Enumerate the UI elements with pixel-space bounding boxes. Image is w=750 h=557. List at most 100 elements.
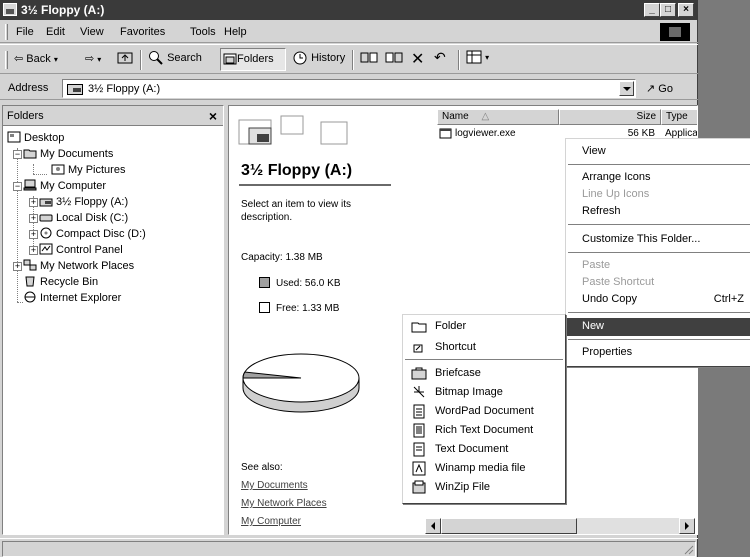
tree-expand-toggle[interactable]: + bbox=[29, 214, 38, 223]
computer-icon bbox=[23, 179, 37, 191]
tree-item-local-disk[interactable]: Local Disk (C:) bbox=[39, 211, 128, 224]
horizontal-scrollbar[interactable] bbox=[425, 518, 695, 534]
tree-expand-toggle[interactable]: + bbox=[29, 198, 38, 207]
submenu-item-rich-text[interactable]: Rich Text Document bbox=[403, 421, 565, 440]
tree-item-control-panel[interactable]: Control Panel bbox=[39, 243, 123, 256]
views-dropdown-icon[interactable]: ▾ bbox=[485, 53, 489, 62]
submenu-item-winzip[interactable]: WinZip File bbox=[403, 478, 565, 497]
menu-item-refresh[interactable]: Refresh bbox=[566, 203, 750, 220]
scroll-left-button[interactable] bbox=[425, 518, 441, 534]
menu-item-line-up-icons[interactable]: Line Up Icons bbox=[566, 186, 750, 203]
submenu-item-winamp[interactable]: Winamp media file bbox=[403, 459, 565, 478]
submenu-item-bitmap[interactable]: Bitmap Image bbox=[403, 383, 565, 402]
menu-item-paste[interactable]: Paste bbox=[566, 257, 750, 274]
resize-grip-icon[interactable] bbox=[682, 543, 694, 555]
submenu-item-briefcase[interactable]: Briefcase bbox=[403, 364, 565, 383]
scrollbar-thumb[interactable] bbox=[441, 518, 577, 534]
tree-item-my-computer[interactable]: My Computer bbox=[23, 179, 106, 192]
menu-tools[interactable]: Tools bbox=[190, 26, 216, 38]
scroll-right-button[interactable] bbox=[679, 518, 695, 534]
minimize-button[interactable]: _ bbox=[644, 3, 660, 17]
menu-favorites[interactable]: Favorites bbox=[120, 26, 165, 38]
menu-item-paste-shortcut[interactable]: Paste Shortcut bbox=[566, 274, 750, 291]
column-header-size[interactable]: Size bbox=[559, 109, 661, 125]
search-button[interactable]: Search bbox=[148, 50, 202, 66]
tree-label: Compact Disc (D:) bbox=[56, 228, 146, 240]
submenu-item-folder[interactable]: Folder bbox=[403, 317, 565, 336]
window-title: 3½ Floppy (A:) bbox=[21, 3, 105, 17]
address-input[interactable]: 3½ Floppy (A:) bbox=[62, 79, 636, 98]
submenu-item-wordpad[interactable]: WordPad Document bbox=[403, 402, 565, 421]
submenu-item-shortcut[interactable]: Shortcut bbox=[403, 338, 565, 357]
menu-item-undo-copy[interactable]: Undo Copy Ctrl+Z bbox=[566, 291, 750, 308]
menu-item-customize-folder[interactable]: Customize This Folder... bbox=[566, 231, 750, 248]
toolbar-grip[interactable] bbox=[5, 51, 8, 69]
title-divider bbox=[239, 184, 391, 186]
tree-item-floppy[interactable]: 3½ Floppy (A:) bbox=[39, 195, 128, 208]
tree-collapse-toggle[interactable]: − bbox=[13, 150, 22, 159]
forward-dropdown-icon[interactable]: ▾ bbox=[97, 55, 101, 64]
tree-label: My Network Places bbox=[40, 260, 135, 272]
tree-item-recycle-bin[interactable]: Recycle Bin bbox=[23, 275, 98, 288]
ie-icon bbox=[24, 291, 36, 303]
menu-item-arrange-icons[interactable]: Arrange Icons bbox=[566, 169, 750, 186]
menu-file[interactable]: File bbox=[16, 26, 34, 38]
menu-item-new[interactable]: New bbox=[566, 318, 750, 336]
link-my-network-places[interactable]: My Network Places bbox=[241, 498, 327, 509]
menu-item-properties[interactable]: Properties bbox=[566, 344, 750, 361]
free-swatch bbox=[259, 302, 270, 313]
tree-item-compact-disc[interactable]: Compact Disc (D:) bbox=[39, 227, 146, 240]
capacity-text: Capacity: 1.38 MB bbox=[241, 252, 323, 263]
recycle-bin-icon bbox=[25, 276, 35, 287]
back-dropdown-icon[interactable]: ▾ bbox=[54, 55, 58, 64]
undo-icon[interactable]: ↶ bbox=[434, 49, 446, 66]
copy-to-button[interactable] bbox=[385, 50, 403, 66]
list-header: Name △ Size Type bbox=[437, 109, 697, 125]
menu-separator bbox=[568, 312, 750, 314]
address-value: 3½ Floppy (A:) bbox=[88, 83, 161, 95]
column-header-name[interactable]: Name △ bbox=[437, 109, 559, 125]
folders-pane-close-button[interactable]: × bbox=[209, 108, 217, 124]
standard-toolbar: ⇦ Back ▾ ⇨ ▾ Search Folders History ✕ ↶ … bbox=[0, 44, 698, 74]
go-button[interactable]: ↗ Go bbox=[646, 82, 673, 95]
scroll-right-icon bbox=[685, 522, 689, 530]
link-my-documents[interactable]: My Documents bbox=[241, 480, 308, 491]
menu-view[interactable]: View bbox=[80, 26, 104, 38]
address-dropdown-button[interactable] bbox=[619, 81, 634, 96]
delete-icon[interactable]: ✕ bbox=[411, 49, 424, 69]
column-header-type[interactable]: Type bbox=[661, 109, 697, 125]
tree-expand-toggle[interactable]: + bbox=[29, 230, 38, 239]
folders-label: Folders bbox=[237, 53, 274, 65]
tree-item-network-places[interactable]: My Network Places bbox=[23, 259, 134, 272]
folders-button[interactable]: Folders bbox=[220, 48, 286, 71]
used-swatch bbox=[259, 277, 270, 288]
forward-button[interactable]: ⇨ ▾ bbox=[85, 52, 101, 65]
move-to-button[interactable] bbox=[360, 50, 378, 66]
back-button[interactable]: ⇦ Back ▾ bbox=[14, 52, 58, 65]
up-folder-button[interactable] bbox=[117, 50, 133, 64]
maximize-button[interactable]: □ bbox=[660, 3, 676, 17]
network-icon bbox=[23, 259, 37, 271]
tree-item-my-documents[interactable]: My Documents bbox=[23, 147, 113, 160]
menu-edit[interactable]: Edit bbox=[46, 26, 65, 38]
tree-item-my-pictures[interactable]: My Pictures bbox=[51, 163, 125, 176]
close-button[interactable]: × bbox=[678, 3, 694, 17]
bitmap-icon bbox=[413, 386, 425, 398]
menubar-grip[interactable] bbox=[5, 24, 8, 40]
tree-expand-toggle[interactable]: + bbox=[13, 262, 22, 271]
folders-pane-title: Folders bbox=[7, 110, 44, 122]
new-submenu: Folder Shortcut Briefcase Bitmap Image W… bbox=[402, 314, 566, 504]
tree-item-desktop[interactable]: Desktop bbox=[7, 131, 64, 144]
views-button[interactable]: ▾ bbox=[466, 50, 489, 64]
menu-help[interactable]: Help bbox=[224, 26, 247, 38]
tree-collapse-toggle[interactable]: − bbox=[13, 182, 22, 191]
forward-arrow-icon: ⇨ bbox=[85, 53, 95, 65]
submenu-item-text-document[interactable]: Text Document bbox=[403, 440, 565, 459]
tree-item-internet-explorer[interactable]: Internet Explorer bbox=[23, 291, 121, 304]
history-button[interactable]: History bbox=[292, 50, 345, 66]
menu-item-view[interactable]: View bbox=[566, 143, 750, 160]
title-bar[interactable]: 3½ Floppy (A:) _ □ × bbox=[0, 0, 698, 20]
history-label: History bbox=[311, 51, 346, 64]
tree-expand-toggle[interactable]: + bbox=[29, 246, 38, 255]
link-my-computer[interactable]: My Computer bbox=[241, 516, 301, 527]
